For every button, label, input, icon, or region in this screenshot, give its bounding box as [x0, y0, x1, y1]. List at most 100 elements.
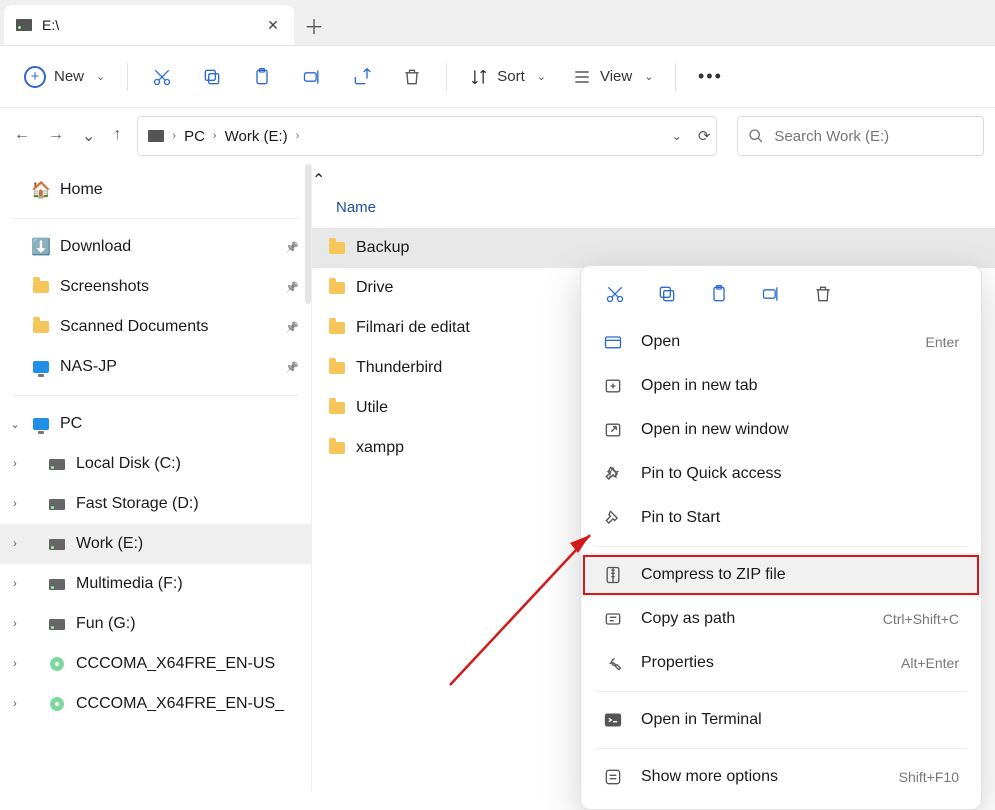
new-label: New [54, 68, 84, 85]
ctx-open-new-window[interactable]: Open in new window [581, 408, 981, 452]
recent-dropdown[interactable]: ⌄ [82, 126, 95, 146]
paste-button[interactable] [707, 282, 731, 306]
chevron-down-icon: ⌄ [537, 70, 546, 83]
pin-icon [603, 508, 623, 528]
ctx-label: Open in new window [641, 421, 789, 439]
ctx-copy-path[interactable]: Copy as path Ctrl+Shift+C [581, 597, 981, 641]
sidebar-item-download[interactable]: ⬇️ Download [0, 227, 311, 267]
trash-icon [813, 284, 833, 304]
file-name: Drive [356, 279, 393, 297]
ctx-pin-quick[interactable]: Pin to Quick access [581, 452, 981, 496]
cut-button[interactable] [603, 282, 627, 306]
forward-button[interactable]: → [48, 126, 64, 146]
sidebar-drive-c[interactable]: › Local Disk (C:) [0, 444, 311, 484]
column-header-name[interactable]: Name [312, 190, 995, 224]
view-button[interactable]: View ⌄ [562, 57, 663, 97]
copy-button[interactable] [190, 57, 234, 97]
folder-icon [32, 278, 50, 296]
tab-close-button[interactable]: ✕ [264, 16, 282, 34]
expand-icon[interactable]: › [6, 698, 24, 710]
paste-button[interactable] [240, 57, 284, 97]
refresh-button[interactable]: ⟳ [698, 127, 711, 145]
file-name: Filmari de editat [356, 319, 470, 337]
expand-icon[interactable]: › [6, 538, 24, 550]
up-button[interactable]: ↑ [113, 126, 121, 146]
column-label: Name [336, 199, 376, 216]
sidebar-item-label: Download [60, 238, 131, 256]
address-dropdown[interactable]: ⌄ [672, 129, 682, 143]
separator [12, 218, 299, 219]
drive-icon [48, 575, 66, 593]
sidebar-item-scanned[interactable]: Scanned Documents [0, 307, 311, 347]
new-button[interactable]: + New ⌄ [14, 57, 115, 97]
expand-icon[interactable]: › [6, 458, 24, 470]
ctx-more-options[interactable]: Show more options Shift+F10 [581, 755, 981, 799]
folder-icon [328, 239, 346, 257]
tab-current[interactable]: E:\ ✕ [4, 5, 294, 45]
sort-button[interactable]: Sort ⌄ [459, 57, 556, 97]
sidebar-pc[interactable]: ⌄ PC [0, 404, 311, 444]
expand-icon[interactable]: › [6, 618, 24, 630]
sidebar-drive-e[interactable]: › Work (E:) [0, 524, 311, 564]
chevron-down-icon: ⌄ [96, 70, 105, 83]
drive-icon [16, 19, 32, 31]
more-options-icon [603, 767, 623, 787]
file-row[interactable]: Backup [312, 228, 995, 268]
sidebar-item-nas[interactable]: NAS-JP [0, 347, 311, 387]
sidebar-item-label: Home [60, 181, 103, 199]
new-tab-button[interactable]: ＋ [294, 5, 334, 45]
sidebar-drive-dvd2[interactable]: › CCCOMA_X64FRE_EN-US_ [0, 684, 311, 724]
expand-icon[interactable]: › [6, 498, 24, 510]
delete-button[interactable] [811, 282, 835, 306]
search-box[interactable] [737, 116, 984, 156]
shortcut: Enter [926, 334, 959, 350]
trash-icon [402, 67, 422, 87]
ctx-label: Properties [641, 654, 714, 672]
folder-icon [328, 399, 346, 417]
drive-icon [48, 535, 66, 553]
ctx-open-new-tab[interactable]: Open in new tab [581, 364, 981, 408]
sidebar-drive-g[interactable]: › Fun (G:) [0, 604, 311, 644]
sidebar-home[interactable]: 🏠 Home [0, 170, 311, 210]
terminal-icon [603, 710, 623, 730]
sidebar-drive-f[interactable]: › Multimedia (F:) [0, 564, 311, 604]
sidebar-item-label: Local Disk (C:) [76, 455, 181, 473]
delete-button[interactable] [390, 57, 434, 97]
sidebar-item-label: Screenshots [60, 278, 149, 296]
ctx-pin-start[interactable]: Pin to Start [581, 496, 981, 540]
collapse-icon[interactable]: ⌄ [6, 418, 24, 431]
nav-arrows: ← → ⌄ ↑ [14, 126, 127, 146]
copy-button[interactable] [655, 282, 679, 306]
sidebar-drive-d[interactable]: › Fast Storage (D:) [0, 484, 311, 524]
ctx-open[interactable]: Open Enter [581, 320, 981, 364]
sidebar-item-label: CCCOMA_X64FRE_EN-US [76, 655, 275, 673]
ctx-terminal[interactable]: Open in Terminal [581, 698, 981, 742]
plus-icon: + [24, 66, 46, 88]
back-button[interactable]: ← [14, 126, 30, 146]
rename-icon [761, 284, 781, 304]
more-button[interactable]: ••• [688, 57, 732, 97]
download-icon: ⬇️ [32, 238, 50, 256]
folder-icon [32, 318, 50, 336]
expand-icon[interactable]: › [6, 658, 24, 670]
search-input[interactable] [774, 128, 973, 145]
ctx-label: Show more options [641, 768, 778, 786]
ctx-label: Pin to Quick access [641, 465, 782, 483]
rename-button[interactable] [759, 282, 783, 306]
file-name: xampp [356, 439, 404, 457]
rename-button[interactable] [290, 57, 334, 97]
sidebar-drive-dvd1[interactable]: › CCCOMA_X64FRE_EN-US [0, 644, 311, 684]
share-button[interactable] [340, 57, 384, 97]
sidebar: 🏠 Home ⬇️ Download Screenshots Scanned D… [0, 164, 312, 791]
breadcrumb-segment[interactable]: Work (E:) [225, 128, 288, 145]
cut-button[interactable] [140, 57, 184, 97]
disc-icon [48, 655, 66, 673]
folder-icon [328, 319, 346, 337]
ctx-compress-zip[interactable]: Compress to ZIP file [581, 553, 981, 597]
breadcrumb-segment[interactable]: PC [184, 128, 205, 145]
expand-icon[interactable]: › [6, 578, 24, 590]
sidebar-item-screenshots[interactable]: Screenshots [0, 267, 311, 307]
sidebar-item-label: PC [60, 415, 82, 433]
address-bar[interactable]: › PC › Work (E:) › ⌄ ⟳ [137, 116, 717, 156]
ctx-properties[interactable]: Properties Alt+Enter [581, 641, 981, 685]
